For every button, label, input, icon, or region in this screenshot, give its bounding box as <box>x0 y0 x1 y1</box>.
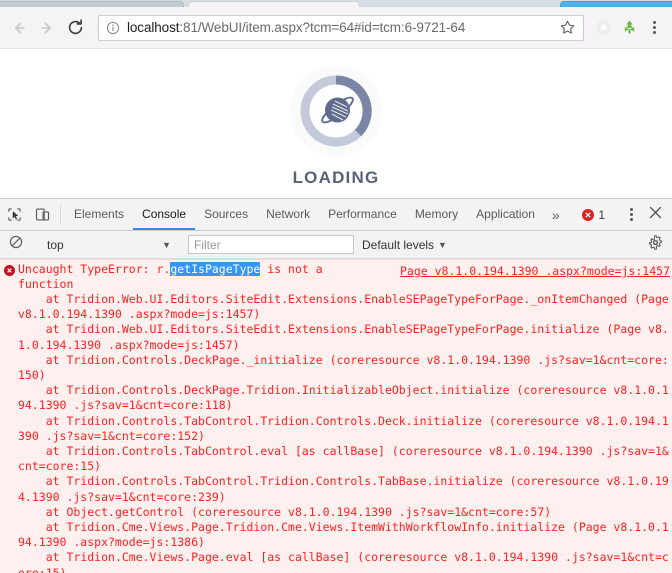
loading-spinner <box>288 63 384 159</box>
gear-icon <box>648 234 663 255</box>
error-count-value: 1 <box>598 207 605 222</box>
reload-icon <box>66 18 85 37</box>
menu-dot <box>629 213 633 216</box>
browser-tabstrip[interactable] <box>0 0 672 7</box>
extension-tree-icon[interactable] <box>616 15 642 41</box>
console-settings-button[interactable] <box>642 233 668 257</box>
error-icon-cell <box>4 262 18 292</box>
reload-button[interactable] <box>62 15 88 41</box>
device-toolbar-icon[interactable] <box>28 199 56 230</box>
tab-elements[interactable]: Elements <box>65 199 133 230</box>
devtools-menu-button[interactable] <box>620 202 642 228</box>
console-output[interactable]: Uncaught TypeError: r.getIsPageType is n… <box>0 259 672 573</box>
back-button[interactable] <box>6 15 32 41</box>
arrow-left-icon <box>10 19 28 37</box>
loading-text: LOADING <box>292 168 380 187</box>
console-error-entry[interactable]: Uncaught TypeError: r.getIsPageType is n… <box>0 259 672 573</box>
browser-toolbar: localhost:81/WebUI/item.aspx?tcm=64#id=t… <box>0 7 672 49</box>
console-stack-line[interactable]: at Object.getControl (coreresource v8.1.… <box>0 505 672 520</box>
log-levels-value: Default levels <box>362 237 435 252</box>
chevron-down-icon: ▼ <box>162 239 171 250</box>
forward-button[interactable] <box>34 15 60 41</box>
console-error-header: Uncaught TypeError: r.getIsPageType is n… <box>0 262 672 292</box>
divider <box>60 205 61 224</box>
tab-performance[interactable]: Performance <box>319 199 406 230</box>
address-bar-path: :81/WebUI/item.aspx?tcm=64#id=tcm:6-9721… <box>179 20 466 35</box>
execution-context-value: top <box>47 237 64 252</box>
close-icon <box>649 206 662 224</box>
error-selected-text[interactable]: getIsPageType <box>170 262 261 276</box>
address-bar-url: localhost:81/WebUI/item.aspx?tcm=64#id=t… <box>127 20 465 35</box>
console-source-link[interactable]: Page v8.1.0.194.1390 .aspx?mode=js:1457 <box>400 264 670 279</box>
error-prefix: Uncaught TypeError: r. <box>18 262 171 276</box>
inspect-element-icon[interactable] <box>0 199 28 230</box>
tab-network[interactable]: Network <box>257 199 319 230</box>
browser-menu-button[interactable] <box>642 15 666 41</box>
more-tabs-icon[interactable]: » <box>544 199 568 230</box>
clear-console-button[interactable] <box>4 233 28 257</box>
address-bar-host: localhost <box>127 20 180 35</box>
log-levels-select[interactable]: Default levels ▼ <box>362 238 447 252</box>
browser-tab-active[interactable] <box>188 1 360 7</box>
console-filter-placeholder: Filter <box>194 237 221 252</box>
console-stack-line[interactable]: at Tridion.Web.UI.Editors.SiteEdit.Exten… <box>0 292 672 322</box>
error-circle-icon <box>582 208 595 221</box>
close-devtools-button[interactable] <box>642 202 668 228</box>
console-stack-line[interactable]: at Tridion.Cme.Views.Page.Tridion.Cme.Vi… <box>0 520 672 550</box>
address-bar[interactable]: localhost:81/WebUI/item.aspx?tcm=64#id=t… <box>98 14 584 41</box>
console-stack-line[interactable]: at Tridion.Web.UI.Editors.SiteEdit.Exten… <box>0 322 672 352</box>
console-stack-line[interactable]: at Tridion.Cme.Views.Page.eval [as callB… <box>0 550 672 573</box>
console-filterbar: top ▼ Filter Default levels ▼ <box>0 231 672 259</box>
menu-dot <box>652 31 656 34</box>
menu-dot <box>652 26 656 29</box>
arrow-right-icon <box>38 19 56 37</box>
error-count-badge[interactable]: 1 <box>576 208 611 222</box>
tab-application[interactable]: Application <box>467 199 544 230</box>
info-circle-icon[interactable] <box>105 20 121 36</box>
menu-dot <box>629 208 633 211</box>
console-stack-line[interactable]: at Tridion.Controls.TabControl.Tridion.C… <box>0 474 672 504</box>
browser-tab-highlight[interactable] <box>560 1 672 7</box>
chevron-down-icon: ▼ <box>438 239 447 250</box>
execution-context-select[interactable]: top ▼ <box>37 235 175 255</box>
tab-sources[interactable]: Sources <box>195 199 257 230</box>
menu-dot <box>652 21 656 24</box>
planet-loading-icon <box>290 65 382 157</box>
devtools-tabbar: Elements Console Sources Network Perform… <box>0 199 672 231</box>
console-stack-line[interactable]: at Tridion.Controls.DeckPage.Tridion.Ini… <box>0 383 672 413</box>
bookmark-star-icon[interactable] <box>555 16 579 40</box>
devtools-panel: Elements Console Sources Network Perform… <box>0 198 672 573</box>
console-stack-line[interactable]: at Tridion.Controls.TabControl.Tridion.C… <box>0 414 672 444</box>
browser-tab[interactable] <box>0 1 184 7</box>
browser-window: localhost:81/WebUI/item.aspx?tcm=64#id=t… <box>0 0 672 198</box>
tab-memory[interactable]: Memory <box>406 199 467 230</box>
console-stack-line[interactable]: at Tridion.Controls.DeckPage._initialize… <box>0 353 672 383</box>
console-stack-line[interactable]: at Tridion.Controls.TabControl.eval [as … <box>0 444 672 474</box>
page-viewport: LOADING <box>0 49 672 198</box>
extension-grey-icon[interactable] <box>590 15 616 41</box>
console-filter-input[interactable]: Filter <box>188 235 354 254</box>
error-circle-icon <box>4 265 15 276</box>
menu-dot <box>629 218 633 221</box>
tab-console[interactable]: Console <box>133 199 196 230</box>
devtools-tabbar-right: 1 <box>576 199 672 230</box>
no-entry-icon <box>9 235 23 254</box>
